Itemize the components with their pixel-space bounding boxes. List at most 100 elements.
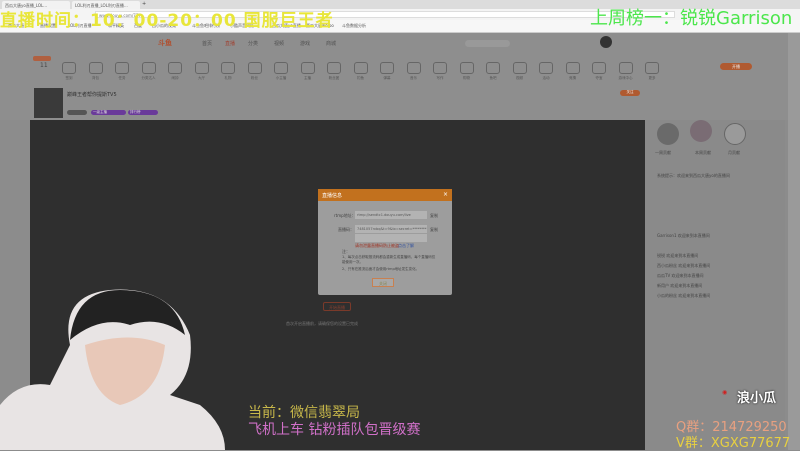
toolbar-9-icon[interactable] <box>300 62 315 74</box>
room-tag <box>67 110 87 115</box>
toolbar-label: 写作 <box>436 76 444 80</box>
weibo-icon: ◉ <box>722 389 728 396</box>
dialog-header: 直播信息 <box>318 189 452 201</box>
code-label: 直播码： <box>338 227 354 232</box>
toolbar-label: 主播 <box>304 76 311 80</box>
toolbar-6-icon[interactable] <box>221 62 235 74</box>
rtmp-field[interactable]: rtmp://sendtc1.douyu.com/live <box>355 211 427 219</box>
bookmark[interactable]: 斗鱼数据分析 <box>342 23 366 29</box>
toolbar-label: 音乐 <box>410 76 417 80</box>
copy-rtmp-button[interactable]: 复制 <box>430 213 438 219</box>
warning-text: 请勿泄露直播码防止被盗 <box>355 243 399 248</box>
room-title: 巅峰王者帮你提斯TV5 <box>67 92 117 98</box>
page-scrollbar[interactable] <box>788 33 800 450</box>
toolbar-label: 活动 <box>542 76 550 80</box>
nav-live[interactable]: 直播 <box>225 40 235 47</box>
promo-overlay: 飞机上车 钻粉插队包晋级赛 <box>248 422 421 438</box>
toolbar-15-icon[interactable] <box>459 62 474 74</box>
rtmp-label: rtmp地址： <box>334 213 356 218</box>
toolbar-20-icon[interactable] <box>592 62 606 74</box>
toolbar-label: 签到 <box>65 76 73 80</box>
toolbar-0-icon[interactable] <box>62 62 76 74</box>
stream-schedule-overlay: 直播时间：10：00-20：00 国服巨王者 <box>0 11 334 31</box>
chat-message: 新用户 欢迎来到本直播间 <box>657 283 703 288</box>
chat-message: 西小瓜粉丝 欢迎来到本直播间 <box>657 263 711 268</box>
toolbar-label: 粉丝团 <box>328 76 340 80</box>
toolbar-label: 闹钟 <box>171 76 179 80</box>
start-live-button[interactable]: 开始直播 <box>323 302 351 311</box>
webcam-overlay <box>0 289 225 450</box>
rank-label: 月贡献 <box>728 150 740 155</box>
checkin-badge[interactable] <box>33 56 51 61</box>
note-2: 2、只有在推流后面才会使用rtmp地址发生变化。 <box>342 267 420 271</box>
toolbar-label: 视频 <box>516 76 523 80</box>
toolbar-label: 任务 <box>118 76 126 80</box>
toolbar-label: 夺宝 <box>595 76 603 80</box>
checkin-count: 11 <box>40 62 48 69</box>
toolbar-label: 弹幕 <box>383 76 391 80</box>
code-field[interactable]: 7481057rxbq&t=9&tx=secret=******** <box>355 225 427 233</box>
note-1: 1、每次点击获取推流码都会重新生成直播码，每个直播码仅能使用一次。 <box>342 255 436 264</box>
toolbar-label: 小主播 <box>275 76 287 80</box>
toolbar-label: 游戏中心 <box>618 76 633 80</box>
toolbar-11-icon[interactable] <box>353 62 368 74</box>
nav-game[interactable]: 游戏 <box>300 40 310 47</box>
rank-avatar <box>724 123 746 145</box>
toolbar-5-icon[interactable] <box>194 62 209 74</box>
toolbar-label: 购物 <box>463 76 470 80</box>
toolbar-14-icon[interactable] <box>433 62 447 74</box>
top-fan-overlay: 上周榜一：锐锐Garrison <box>590 8 793 29</box>
nav-video[interactable]: 视频 <box>274 40 284 47</box>
toolbar-label: 礼物 <box>224 76 232 80</box>
toolbar-17-icon[interactable] <box>512 62 527 74</box>
douyu-logo[interactable]: 斗鱼 <box>158 38 172 48</box>
toolbar-label: 鱼吧 <box>489 76 497 80</box>
help-link[interactable]: 点击了解 <box>398 243 414 249</box>
toolbar-8-icon[interactable] <box>274 62 288 74</box>
user-avatar[interactable] <box>600 36 612 48</box>
toolbar-21-icon[interactable] <box>618 62 633 74</box>
room-tag[interactable]: 排行榜 <box>128 110 158 115</box>
chat-message: 瓜瓜TV 欢迎来到本直播间 <box>657 273 704 278</box>
toolbar-3-icon[interactable] <box>141 62 156 74</box>
wechat-group-overlay: V群：XGXG77677 <box>676 436 791 451</box>
nav-category[interactable]: 分类 <box>248 40 258 47</box>
open-live-button[interactable]: 开播 <box>720 63 752 70</box>
copy-code-button[interactable]: 复制 <box>430 227 438 233</box>
toolbar-22-icon[interactable] <box>645 62 659 74</box>
toolbar-4-icon[interactable] <box>168 62 182 74</box>
close-icon[interactable]: × <box>443 191 448 198</box>
toolbar-label: 粉丝 <box>251 76 258 80</box>
toolbar-label: 背包 <box>92 76 99 80</box>
follow-button[interactable]: 关注 <box>620 90 640 96</box>
nav-shop[interactable]: 商城 <box>326 40 336 47</box>
toolbar-2-icon[interactable] <box>115 62 129 74</box>
rank-label: 本周贡献 <box>695 150 711 155</box>
rank-avatar <box>690 120 712 142</box>
toolbar-18-icon[interactable] <box>539 62 553 74</box>
toolbar-7-icon[interactable] <box>247 62 262 74</box>
toolbar-16-icon[interactable] <box>486 62 500 74</box>
toolbar-13-icon[interactable] <box>406 62 421 74</box>
dialog-close-button[interactable]: 关闭 <box>372 278 394 287</box>
chat-system-message: 系统提示：欢迎来到西瓜大唐yo的直播间 <box>657 173 730 178</box>
toolbar-1-icon[interactable] <box>88 62 103 74</box>
weibo-name: 浪小瓜 <box>737 391 777 406</box>
toolbar-19-icon[interactable] <box>565 62 580 74</box>
toolbar-label: 钓鱼 <box>357 76 364 80</box>
toolbar-10-icon[interactable] <box>327 62 341 74</box>
toolbar-label: 竞猜 <box>569 76 576 80</box>
room-tag[interactable]: 一级主播 <box>91 110 126 115</box>
chat-message: 锐锐 欢迎来到本直播间 <box>657 253 699 258</box>
rank-label: 一周贡献 <box>655 150 671 155</box>
chat-message: Garrison1 欢迎来到本直播间 <box>657 233 710 238</box>
nav-home[interactable]: 首页 <box>202 40 212 47</box>
room-avatar <box>34 88 63 118</box>
server-select[interactable] <box>355 234 427 242</box>
toolbar-label: 大厅 <box>198 76 205 80</box>
dialog-title: 直播信息 <box>322 193 343 199</box>
search-input[interactable] <box>465 40 510 47</box>
video-hint: 首次开启直播前，请确保您的设置已完成 <box>286 321 358 326</box>
chat-message: 小瓜的粉丝 欢迎来到本直播间 <box>657 293 711 298</box>
toolbar-12-icon[interactable] <box>380 62 394 74</box>
